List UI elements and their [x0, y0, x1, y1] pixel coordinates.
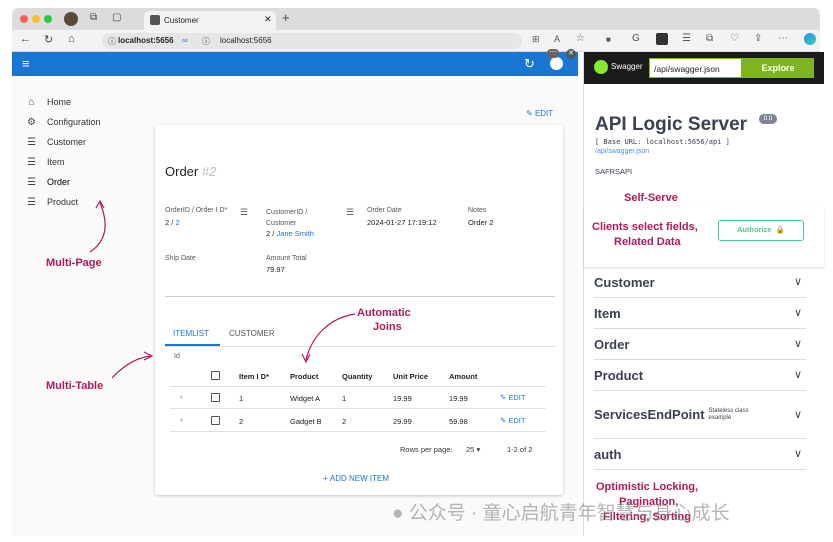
share-icon[interactable]: ⇪	[754, 33, 762, 44]
screenshot-frame: ⧉ ▢ Customer ✕ + ← ↻ ⌂ ⓘ localhost:5656 …	[0, 0, 833, 542]
collections-icon[interactable]: ⧉	[706, 33, 713, 44]
browser-essentials-icon[interactable]: ♡	[730, 33, 739, 44]
section-servicesendpoint[interactable]: ServicesEndPoint Stateless class example …	[594, 391, 806, 439]
base-url: [ Base URL: localhost:5656/api ]	[595, 138, 730, 146]
annotation-optimistic: Optimistic Locking,	[596, 481, 699, 493]
annotation-related-data: Related Data	[614, 236, 681, 248]
watermark: ● 公众号 · 童心启航青年智慧与身心成长	[392, 503, 730, 524]
annotation-joins: Joins	[373, 321, 402, 333]
annotation-clients: Clients select fields,	[592, 221, 698, 233]
copilot-icon[interactable]	[804, 33, 816, 45]
annotation-multi-page: Multi-Page	[46, 257, 102, 269]
annotation-multi-table: Multi-Table	[46, 380, 104, 392]
chevron-down-icon: ∨	[793, 276, 802, 288]
annotation-arrows	[89, 199, 356, 379]
safrs-label: SAFRSAPI	[595, 167, 633, 176]
swagger-url-input[interactable]: /api/swagger.json	[649, 58, 742, 78]
swagger-json-link[interactable]: /api/swagger.json	[595, 148, 649, 155]
chevron-down-icon: ∨	[793, 369, 802, 381]
section-auth[interactable]: auth ∨	[594, 439, 806, 470]
section-item[interactable]: Item ∨	[594, 298, 806, 329]
chevron-down-icon: ∨	[793, 307, 802, 319]
extension2-icon[interactable]: G	[632, 33, 640, 44]
section-order[interactable]: Order ∨	[594, 329, 806, 360]
favorites-bar-icon[interactable]: ☰	[682, 33, 691, 44]
section-description: Stateless class example	[708, 407, 749, 421]
explore-button[interactable]: Explore	[742, 58, 814, 78]
extension-icon[interactable]: ■	[606, 35, 611, 44]
split-view-icon[interactable]	[656, 33, 668, 45]
wechat-icon: ●	[392, 503, 404, 524]
annotation-automatic: Automatic	[357, 307, 411, 319]
more-icon[interactable]: ⋯	[778, 33, 788, 44]
chevron-down-icon: ∨	[793, 448, 802, 460]
lock-icon: 🔒	[775, 225, 786, 234]
swagger-panel: Swagger /api/swagger.json Explore API Lo…	[583, 52, 824, 536]
api-title: API Logic Server	[595, 114, 748, 135]
chevron-down-icon: ∨	[793, 338, 802, 350]
swagger-topbar: Swagger /api/swagger.json Explore	[584, 52, 824, 84]
chevron-down-icon: ∨	[793, 409, 802, 421]
authorize-button[interactable]: Authorize 🔒	[718, 220, 804, 241]
swagger-logo-text: Swagger	[611, 62, 643, 71]
section-product[interactable]: Product ∨	[594, 360, 806, 391]
section-customer[interactable]: Customer ∨	[594, 267, 806, 298]
swagger-logo-icon	[594, 60, 608, 74]
annotation-self-serve: Self-Serve	[624, 192, 678, 204]
version-badge: 0.0	[759, 114, 777, 124]
